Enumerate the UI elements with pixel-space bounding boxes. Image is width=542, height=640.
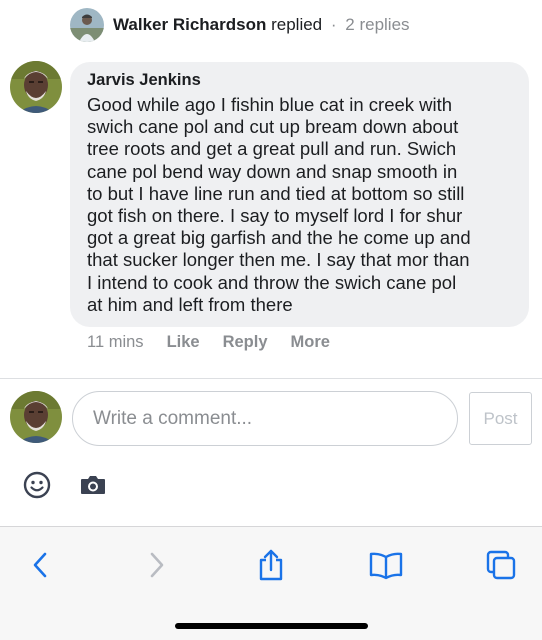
camera-icon[interactable] bbox=[78, 470, 108, 500]
comment-line: tree roots and get a great pull and run.… bbox=[87, 138, 457, 160]
reply-verb: replied bbox=[271, 15, 323, 34]
browser-toolbar bbox=[0, 526, 542, 640]
reply-button[interactable]: Reply bbox=[223, 333, 268, 352]
back-icon[interactable] bbox=[20, 545, 60, 585]
comment-actions: 11 mins Like Reply More bbox=[87, 331, 353, 353]
comment-line: to but I have line run and tied at botto… bbox=[87, 182, 465, 204]
like-button[interactable]: Like bbox=[167, 333, 200, 352]
walker-avatar[interactable] bbox=[70, 8, 104, 42]
comment-line: at him and left from there bbox=[87, 293, 293, 315]
profile-photo-icon bbox=[70, 8, 104, 42]
comment-line: got a great big garfish and the he come … bbox=[87, 227, 471, 249]
current-user-avatar bbox=[10, 391, 62, 443]
bookmarks-icon[interactable] bbox=[366, 545, 406, 585]
comment-line: I intend to cook and throw the swich can… bbox=[87, 271, 457, 293]
emoji-icon[interactable] bbox=[22, 470, 52, 500]
comment-line: swich cane pol and cut up bream down abo… bbox=[87, 116, 459, 138]
profile-photo-icon bbox=[10, 391, 62, 443]
divider bbox=[0, 378, 542, 379]
comment-line: Good while ago I fishin blue cat in cree… bbox=[87, 94, 453, 115]
comment-bubble[interactable]: Jarvis Jenkins Good while ago I fishin b… bbox=[70, 62, 529, 327]
post-button[interactable]: Post bbox=[469, 392, 532, 445]
jarvis-avatar[interactable] bbox=[10, 61, 62, 113]
comment-text: Good while ago I fishin blue cat in cree… bbox=[87, 94, 513, 316]
comment-input-placeholder: Write a comment... bbox=[93, 407, 253, 429]
more-button[interactable]: More bbox=[291, 333, 330, 352]
separator-dot: · bbox=[330, 15, 337, 34]
comment-line: that sucker longer then me. I say that m… bbox=[87, 249, 470, 271]
comment-line: cane pol bend way down and snap smooth i… bbox=[87, 160, 458, 182]
reply-summary[interactable]: Walker Richardson replied · 2 replies bbox=[70, 8, 410, 42]
reply-count[interactable]: 2 replies bbox=[345, 15, 409, 34]
comment-line: got fish on there. I say to myself lord … bbox=[87, 205, 463, 227]
reply-author-name[interactable]: Walker Richardson bbox=[113, 15, 266, 34]
forward-icon bbox=[137, 545, 177, 585]
comment-input[interactable]: Write a comment... bbox=[72, 391, 458, 446]
home-indicator bbox=[175, 623, 368, 629]
tabs-icon[interactable] bbox=[481, 545, 521, 585]
comment-timestamp[interactable]: 11 mins bbox=[87, 333, 144, 352]
comment-author-name[interactable]: Jarvis Jenkins bbox=[87, 70, 513, 90]
profile-photo-icon bbox=[10, 61, 62, 113]
share-icon[interactable] bbox=[251, 545, 291, 585]
